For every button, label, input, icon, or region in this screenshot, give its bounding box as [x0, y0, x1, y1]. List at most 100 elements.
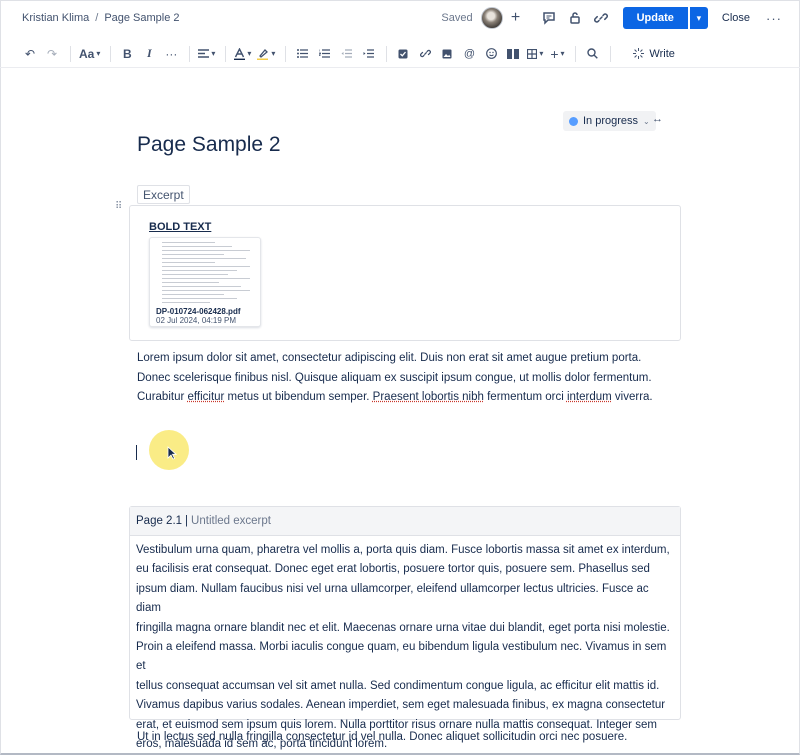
breadcrumb: Kristian Klima / Page Sample 2 [22, 12, 180, 24]
file-attachment-card[interactable]: DP-010724-062428.pdf 02 Jul 2024, 04:19 … [149, 237, 261, 327]
close-button[interactable]: Close [722, 12, 750, 24]
bold-text: BOLD TEXT [149, 221, 212, 233]
toolbar-divider [225, 45, 227, 62]
bottom-paragraph[interactable]: Ut in lectus sed nulla fringilla consect… [137, 731, 627, 743]
body-line: Vestibulum urna quam, pharetra vel molli… [136, 544, 670, 556]
layouts-icon[interactable] [505, 43, 521, 65]
chevron-down-icon: ▾ [96, 49, 101, 58]
chevron-down-icon: ▾ [539, 49, 544, 58]
excerpt-include-macro[interactable]: Page 2.1 | Untitled excerpt Vestibulum u… [129, 506, 681, 750]
alignment-dropdown[interactable]: ▾ [198, 43, 215, 65]
file-date: 02 Jul 2024, 04:19 PM [156, 316, 237, 325]
body-line: ipsum diam. Nullam faucibus nisi vel urn… [136, 582, 649, 615]
undo-icon[interactable]: ↶ [22, 43, 38, 65]
toolbar-divider [386, 45, 388, 62]
text-color-icon [234, 47, 246, 60]
text-style-label: Aa [79, 46, 95, 61]
status-label: In progress [583, 115, 639, 127]
text-run: Curabitur [137, 391, 188, 403]
italic-button[interactable]: I [141, 43, 157, 65]
spellcheck-word[interactable]: interdum [567, 391, 612, 403]
invite-collaborator-button[interactable]: + [507, 9, 525, 27]
excerpt-include-body: Vestibulum urna quam, pharetra vel molli… [130, 536, 680, 754]
excerpt-subtitle: Untitled excerpt [191, 515, 271, 527]
toolbar-divider [70, 45, 71, 62]
text-run: viverra. [611, 391, 653, 403]
body-paragraph[interactable]: Lorem ipsum dolor sit amet, consectetur … [137, 349, 697, 408]
chevron-down-icon: ▾ [247, 49, 252, 58]
status-dot [569, 116, 578, 126]
chevron-down-icon: ▾ [211, 49, 216, 58]
insert-more-dropdown[interactable]: + ▾ [549, 43, 565, 65]
bold-button[interactable]: B [119, 43, 135, 65]
numbered-list-icon[interactable] [316, 43, 332, 65]
body-line: Proin a eleifend massa. Morbi iaculis co… [136, 641, 667, 673]
outdent-icon[interactable] [338, 43, 354, 65]
excerpt-macro-body[interactable]: BOLD TEXT DP-010724-062428.pdf 02 Jul 20… [129, 205, 681, 341]
emoji-icon[interactable] [483, 43, 499, 65]
text-style-dropdown[interactable]: Aa ▾ [79, 43, 100, 65]
breadcrumb-space[interactable]: Kristian Klima [22, 12, 89, 24]
toolbar-divider [610, 45, 612, 62]
write-label: Write [649, 47, 675, 60]
breadcrumb-page[interactable]: Page Sample 2 [104, 12, 179, 24]
redo-icon[interactable]: ↷ [44, 43, 60, 65]
update-button[interactable]: Update [622, 7, 688, 29]
chevron-down-icon: ▾ [560, 49, 565, 58]
restrictions-lock-icon[interactable] [565, 8, 585, 28]
search-icon[interactable] [584, 43, 600, 65]
excerpt-macro-label[interactable]: Excerpt [137, 185, 190, 204]
update-options-chevron-icon[interactable]: ▾ [687, 7, 708, 29]
paragraph-line: Curabitur efficitur metus ut bibendum se… [137, 388, 697, 408]
highlight-icon [257, 48, 269, 60]
image-icon[interactable] [439, 43, 455, 65]
text-color-dropdown[interactable]: ▾ [234, 43, 251, 65]
text-run: metus ut bibendum semper. [224, 391, 373, 403]
write-ai-button[interactable]: Write [633, 47, 675, 60]
toolbar-divider [189, 45, 191, 62]
body-line: Vivamus dapibus varius sodales. Aenean i… [136, 699, 666, 712]
page-title[interactable]: Page Sample 2 [137, 133, 281, 157]
sparkle-icon [633, 48, 645, 59]
paragraph-line: Donec scelerisque finibus nisl. Quisque … [137, 371, 652, 384]
included-page-link[interactable]: Page 2.1 [136, 515, 182, 527]
indent-icon[interactable] [360, 43, 376, 65]
text-caret [136, 445, 137, 460]
editor-toolbar: ↶ ↷ Aa ▾ B I ··· ▾ ▾ ▾ @ ▾ + ▾ Write [0, 40, 800, 68]
link-icon[interactable] [417, 43, 433, 65]
align-left-icon [198, 49, 210, 58]
drag-handle-icon[interactable]: ⠿ [115, 201, 122, 212]
italic-label: I [147, 46, 152, 60]
status-lozenge[interactable]: In progress ⌄ [563, 111, 656, 131]
spellcheck-word[interactable]: Praesent lobortis nibh [373, 391, 484, 403]
more-formatting-button[interactable]: ··· [163, 43, 179, 65]
spellcheck-word[interactable]: efficitur [188, 391, 225, 403]
breadcrumb-separator: / [95, 12, 99, 24]
body-line: tellus consequat accumsan vel sit amet n… [136, 679, 660, 692]
avatar[interactable] [480, 7, 503, 29]
body-line: fringilla magna ornare blandit nec et el… [136, 621, 670, 634]
table-icon [527, 48, 538, 59]
excerpt-include-header: Page 2.1 | Untitled excerpt [130, 507, 680, 536]
bold-label: B [123, 46, 132, 61]
chevron-down-icon: ⌄ [643, 116, 650, 126]
mouse-pointer-icon [167, 446, 177, 460]
toolbar-divider [285, 45, 287, 62]
file-thumbnail [162, 242, 250, 308]
comment-icon[interactable] [539, 8, 559, 28]
action-item-checkbox-icon[interactable] [395, 43, 411, 65]
text-run: fermentum orci [483, 391, 567, 403]
body-line: eu facilisis erat consequat. Donec eget … [136, 563, 650, 576]
file-name: DP-010724-062428.pdf [156, 307, 241, 316]
bullet-list-icon[interactable] [294, 43, 310, 65]
header-separator: | [185, 515, 189, 527]
highlight-dropdown[interactable]: ▾ [257, 43, 275, 65]
full-width-toggle-icon[interactable]: ↔ [652, 113, 663, 125]
table-dropdown[interactable]: ▾ [527, 43, 543, 65]
link-icon[interactable] [591, 8, 611, 28]
paragraph-line: Lorem ipsum dolor sit amet, consectetur … [137, 352, 642, 364]
mention-icon[interactable]: @ [461, 43, 477, 65]
header-actions: Saved + Update ▾ Close ··· [441, 6, 782, 30]
toolbar-divider [575, 45, 577, 62]
more-actions-button[interactable]: ··· [766, 11, 782, 26]
